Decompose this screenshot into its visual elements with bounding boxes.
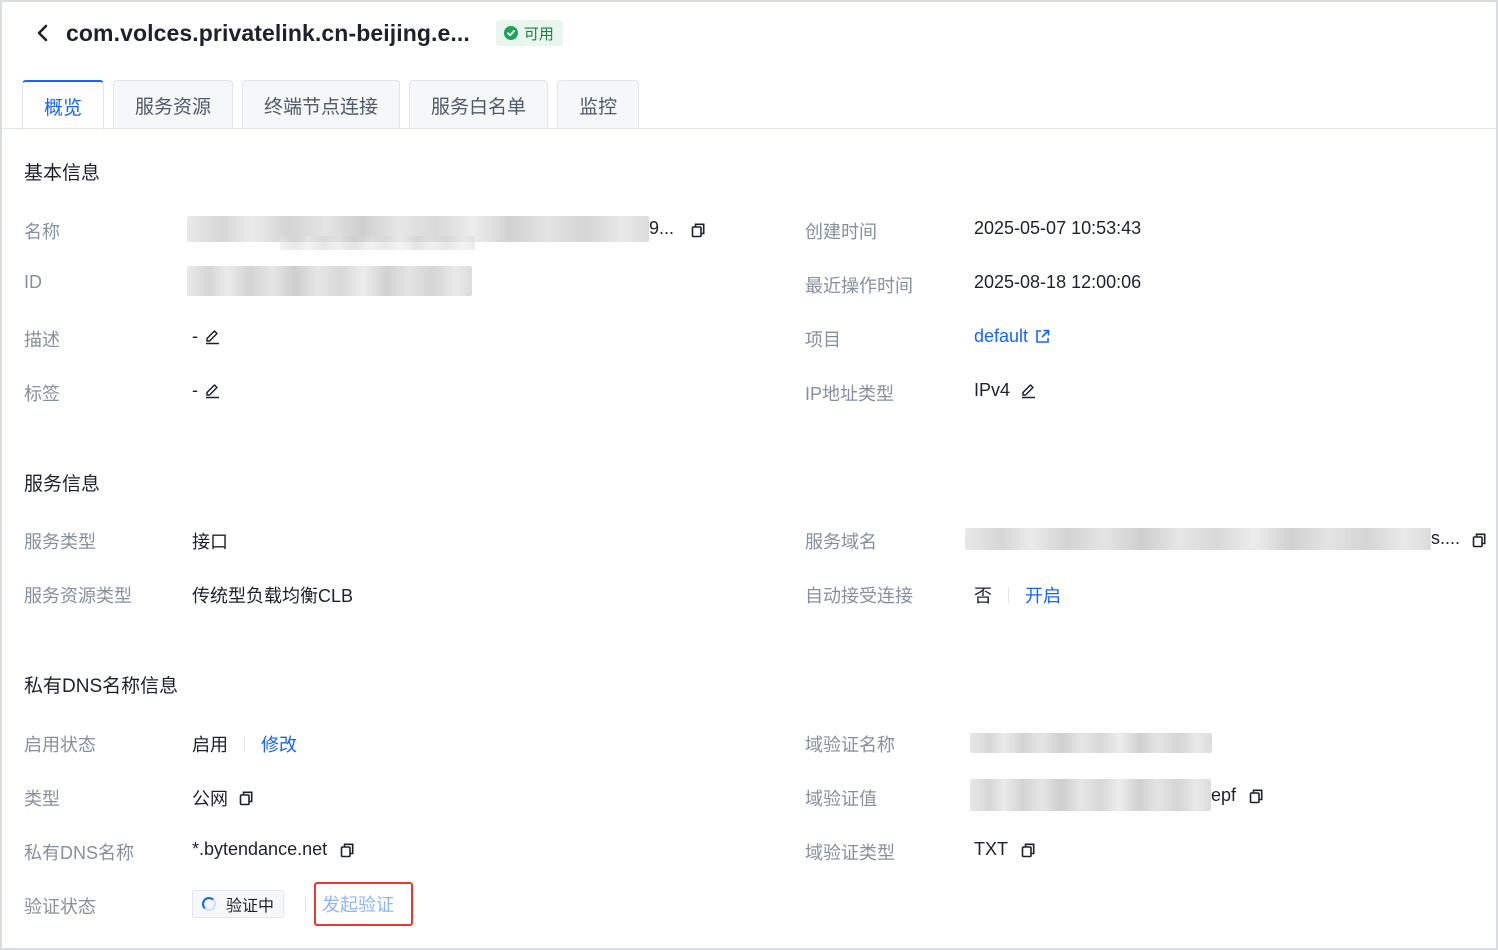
copy-icon[interactable] — [688, 220, 708, 240]
domain-verify-value-suffix: epf — [1211, 785, 1237, 805]
auto-accept-label: 自动接受连接 — [805, 586, 913, 606]
tab-service-whitelist[interactable]: 服务白名单 — [409, 80, 549, 129]
created-time-label: 创建时间 — [805, 222, 877, 242]
service-domain-suffix: s.... — [1431, 528, 1461, 548]
tab-endpoint-connections[interactable]: 终端节点连接 — [242, 80, 401, 129]
redacted-service-domain — [965, 528, 1431, 550]
status-badge: 可用 — [495, 20, 563, 46]
ip-type-value: IPv4 — [974, 380, 1038, 401]
divider — [305, 896, 306, 912]
copy-icon[interactable] — [1018, 840, 1038, 860]
dns-type-text: 公网 — [192, 789, 228, 809]
verify-status-text: 验证中 — [226, 898, 275, 915]
redacted-id — [187, 266, 472, 296]
service-resource-type-value: 传统型负载均衡CLB — [192, 586, 354, 606]
private-dns-name-value: *.bytendance.net — [192, 839, 357, 860]
enabled-status-text: 启用 — [192, 735, 228, 755]
service-domain-label: 服务域名 — [805, 532, 877, 552]
loading-spinner-icon — [202, 897, 216, 911]
chevron-left-icon — [37, 24, 48, 42]
redacted-domain-verify-value — [970, 779, 1211, 811]
edit-icon[interactable] — [202, 327, 222, 347]
dns-type-label: 类型 — [24, 789, 60, 809]
divider — [244, 736, 245, 752]
start-verification-button[interactable]: 发起验证 — [314, 882, 413, 926]
page-header: com.volces.privatelink.cn-beijing.e... 可… — [30, 16, 563, 50]
back-button[interactable] — [30, 18, 56, 48]
description-label: 描述 — [24, 330, 60, 350]
redacted-name-fragment — [280, 236, 475, 250]
domain-verify-value: epf — [1211, 785, 1266, 806]
verify-status-label: 验证状态 — [24, 897, 96, 917]
project-value: default — [974, 326, 1052, 347]
private-dns-info-title: 私有DNS名称信息 — [24, 676, 179, 697]
tab-bar: 概览 服务资源 终端节点连接 服务白名单 监控 — [22, 80, 640, 130]
check-circle-icon — [503, 26, 518, 40]
domain-verify-type-text: TXT — [974, 839, 1008, 859]
tab-service-resources[interactable]: 服务资源 — [113, 80, 234, 129]
ip-type-text: IPv4 — [974, 380, 1011, 400]
service-info-title: 服务信息 — [24, 474, 101, 495]
private-dns-name-label: 私有DNS名称 — [24, 843, 135, 863]
auto-accept-value: 否 开启 — [974, 582, 1061, 608]
id-label: ID — [24, 272, 42, 292]
auto-accept-text: 否 — [974, 586, 992, 606]
copy-icon[interactable] — [236, 788, 256, 808]
status-badge-label: 可用 — [523, 25, 554, 43]
tags-value: - — [192, 380, 222, 401]
copy-icon[interactable] — [1469, 530, 1489, 550]
service-type-label: 服务类型 — [24, 532, 96, 552]
domain-verify-type-label: 域验证类型 — [805, 843, 895, 863]
name-value-suffix: 9... — [649, 218, 675, 238]
project-label: 项目 — [805, 330, 841, 350]
edit-icon[interactable] — [202, 381, 222, 401]
divider — [1008, 587, 1009, 603]
tags-text: - — [192, 380, 198, 400]
modify-link[interactable]: 修改 — [261, 731, 297, 757]
updated-time-label: 最近操作时间 — [805, 276, 913, 296]
project-link[interactable]: default — [974, 326, 1028, 347]
domain-verify-value-label: 域验证值 — [805, 789, 877, 809]
updated-time-value: 2025-08-18 12:00:06 — [974, 272, 1142, 292]
description-text: - — [192, 326, 198, 346]
edit-icon[interactable] — [1018, 381, 1038, 401]
page-title: com.volces.privatelink.cn-beijing.e... — [66, 19, 470, 46]
copy-icon[interactable] — [337, 840, 357, 860]
ip-type-label: IP地址类型 — [805, 384, 895, 404]
domain-verify-name-label: 域验证名称 — [805, 735, 895, 755]
service-type-value: 接口 — [192, 532, 228, 552]
external-link-icon[interactable] — [1032, 327, 1052, 347]
redacted-domain-verify-name — [970, 733, 1212, 753]
domain-verify-type-value: TXT — [974, 839, 1038, 860]
created-time-value: 2025-05-07 10:53:43 — [974, 218, 1142, 238]
tab-divider — [2, 128, 1496, 129]
description-value: - — [192, 326, 222, 347]
enabled-status-value: 启用 修改 — [192, 731, 297, 757]
copy-icon[interactable] — [1246, 786, 1266, 806]
tags-label: 标签 — [24, 384, 60, 404]
verify-status-badge: 验证中 — [192, 890, 285, 918]
basic-info-title: 基本信息 — [24, 163, 101, 184]
dns-type-value: 公网 — [192, 785, 256, 811]
service-resource-type-label: 服务资源类型 — [24, 586, 132, 606]
tab-overview[interactable]: 概览 — [22, 80, 105, 130]
enabled-status-label: 启用状态 — [24, 735, 96, 755]
name-label: 名称 — [24, 222, 60, 242]
tab-monitoring[interactable]: 监控 — [557, 80, 640, 129]
enable-auto-accept-link[interactable]: 开启 — [1025, 582, 1061, 608]
private-dns-name-text: *.bytendance.net — [192, 839, 328, 859]
